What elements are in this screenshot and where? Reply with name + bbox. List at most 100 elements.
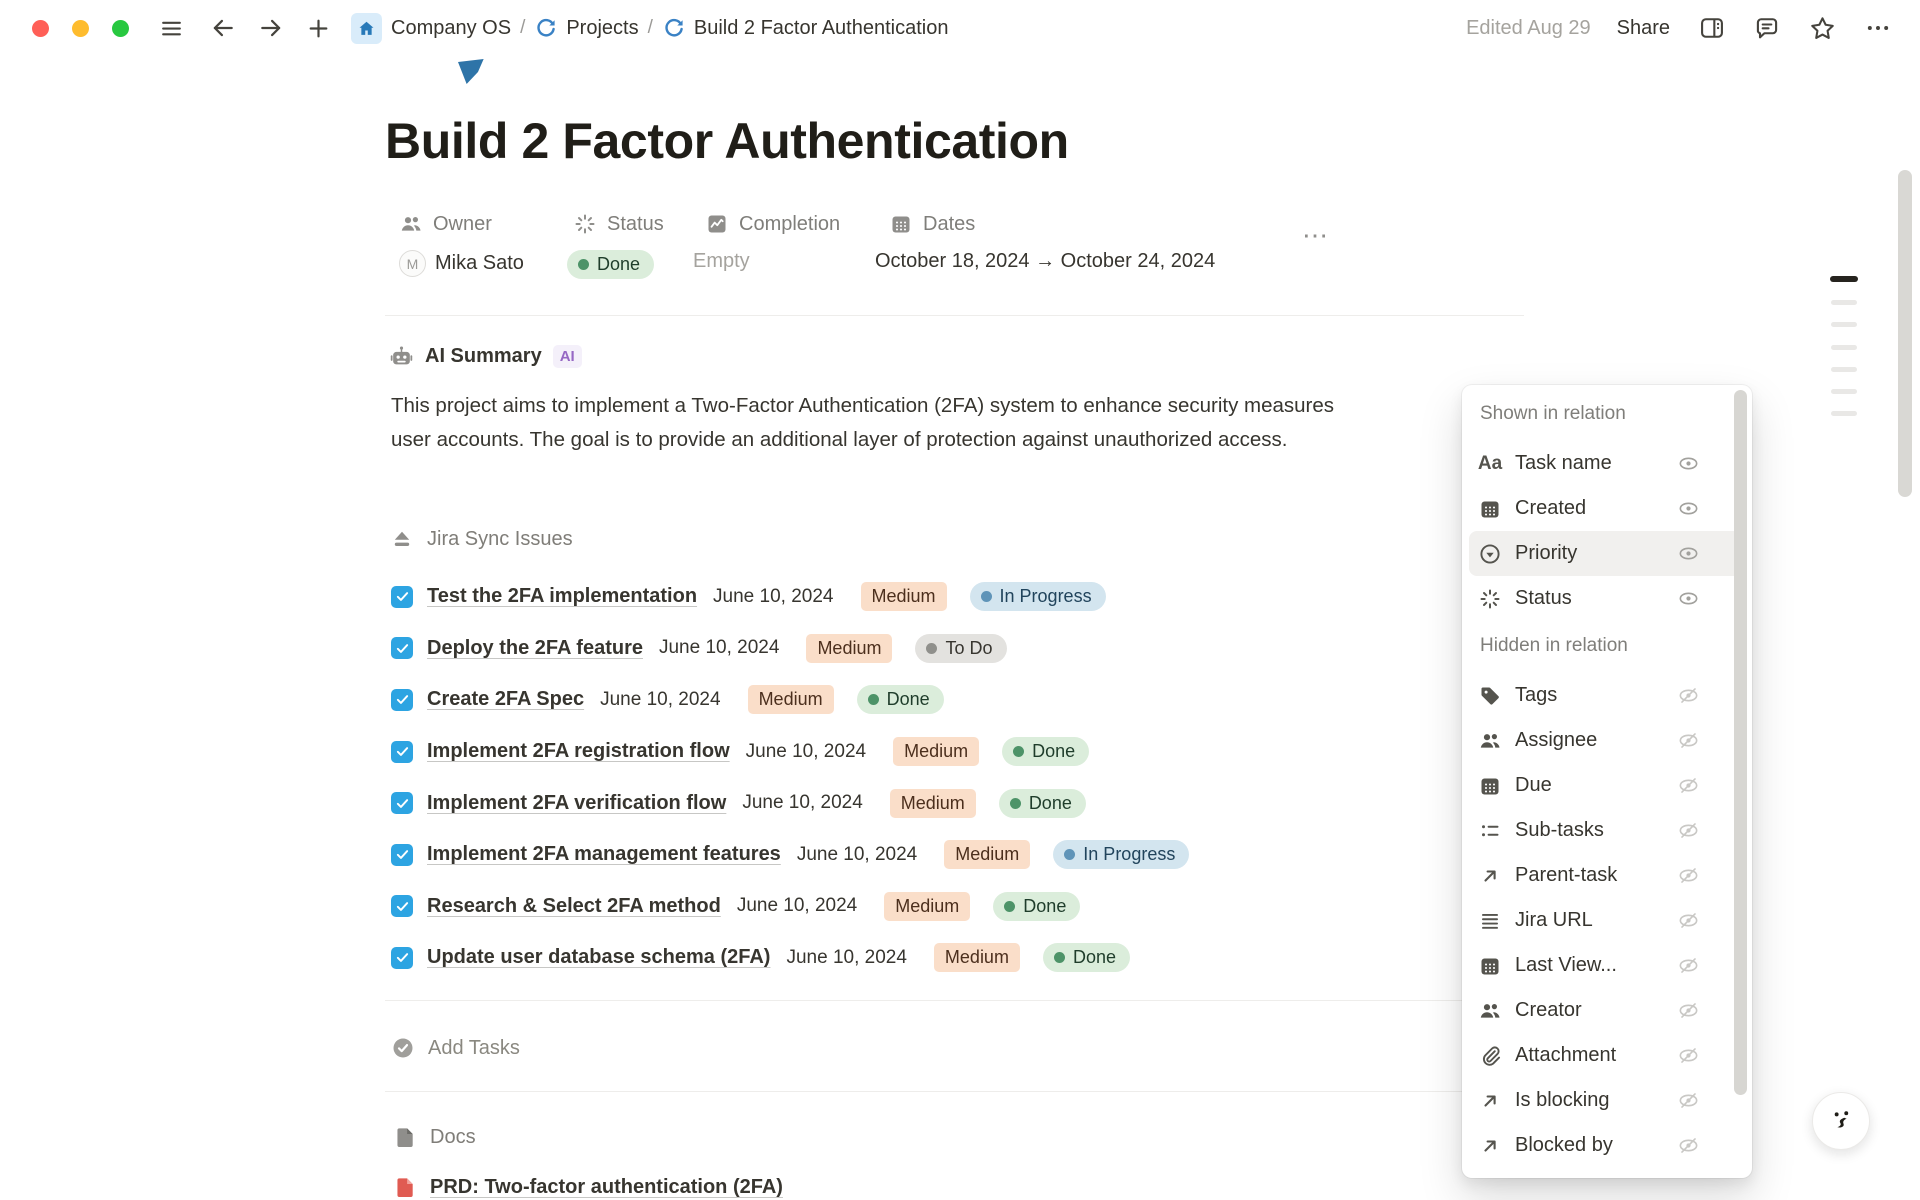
status-pill[interactable]: Done [1002, 737, 1089, 766]
window-scrollbar[interactable] [1898, 170, 1912, 497]
new-tab-plus-icon[interactable] [306, 16, 331, 41]
priority-pill[interactable]: Medium [884, 892, 970, 921]
checkbox-checked-icon[interactable] [391, 947, 413, 969]
breadcrumb-current-page[interactable]: Build 2 Factor Authentication [694, 17, 949, 40]
eye-slash-icon[interactable] [1677, 909, 1700, 932]
notion-ai-face-button[interactable] [1812, 1092, 1870, 1150]
relation-menu-item-attachment[interactable]: Attachment [1469, 1033, 1745, 1078]
ai-summary-heading[interactable]: AI Summary AI [389, 344, 582, 369]
property-label-status[interactable]: Status [573, 212, 664, 236]
eye-slash-icon[interactable] [1677, 819, 1700, 842]
ai-summary-text-line1[interactable]: This project aims to implement a Two-Fac… [391, 394, 1334, 418]
status-pill[interactable]: In Progress [1053, 840, 1189, 869]
menu-icon[interactable] [159, 16, 184, 41]
checkbox-checked-icon[interactable] [391, 689, 413, 711]
checkbox-checked-icon[interactable] [391, 741, 413, 763]
outline-dash[interactable] [1831, 411, 1857, 416]
task-title-link[interactable]: Research & Select 2FA method [427, 895, 721, 918]
relation-menu-item-tags[interactable]: Tags [1469, 673, 1745, 718]
relation-menu-item-status[interactable]: Status [1469, 576, 1745, 621]
property-label-dates[interactable]: Dates [889, 212, 975, 236]
forward-arrow-icon[interactable] [258, 15, 284, 41]
task-title-link[interactable]: Implement 2FA registration flow [427, 740, 730, 763]
outline-dash-active[interactable] [1830, 276, 1858, 282]
priority-pill[interactable]: Medium [934, 943, 1020, 972]
relation-menu-item-due[interactable]: Due [1469, 763, 1745, 808]
status-pill[interactable]: Done [993, 892, 1080, 921]
eye-slash-icon[interactable] [1677, 684, 1700, 707]
checkbox-checked-icon[interactable] [391, 844, 413, 866]
priority-pill[interactable]: Medium [893, 737, 979, 766]
eye-icon[interactable] [1677, 587, 1700, 610]
relation-menu-item-partial[interactable] [1469, 1168, 1745, 1178]
eye-slash-icon[interactable] [1677, 999, 1700, 1022]
doc-link-row[interactable]: PRD: Two-factor authentication (2FA) [394, 1176, 783, 1199]
outline-dash[interactable] [1831, 322, 1857, 327]
checkbox-checked-icon[interactable] [391, 637, 413, 659]
relation-menu-item-is-blocking[interactable]: Is blocking [1469, 1078, 1745, 1123]
priority-pill[interactable]: Medium [861, 582, 947, 611]
eye-slash-icon[interactable] [1677, 1044, 1700, 1067]
eye-slash-icon[interactable] [1677, 729, 1700, 752]
breadcrumb-projects[interactable]: Projects [566, 17, 638, 40]
relation-menu-item-created[interactable]: Created [1469, 486, 1745, 531]
eye-slash-icon[interactable] [1677, 864, 1700, 887]
outline-dash[interactable] [1831, 389, 1857, 394]
side-panel-icon[interactable] [1698, 14, 1726, 42]
eye-icon[interactable] [1677, 452, 1700, 475]
jira-sync-issues-heading[interactable]: Jira Sync Issues [390, 527, 573, 551]
popup-scrollbar[interactable] [1734, 390, 1747, 1095]
checkbox-checked-icon[interactable] [391, 792, 413, 814]
more-options-icon[interactable] [1864, 14, 1892, 42]
prd-doc-link[interactable]: PRD: Two-factor authentication (2FA) [430, 1176, 783, 1199]
relation-menu-item-task-name[interactable]: Aa Task name [1469, 441, 1745, 486]
task-title-link[interactable]: Implement 2FA management features [427, 843, 781, 866]
status-pill[interactable]: Done [1043, 943, 1130, 972]
task-title-link[interactable]: Create 2FA Spec [427, 688, 584, 711]
workspace-home-icon[interactable] [351, 13, 382, 44]
priority-pill[interactable]: Medium [944, 840, 1030, 869]
property-label-owner[interactable]: Owner [399, 212, 492, 236]
traffic-close-button[interactable] [32, 20, 49, 37]
ai-summary-text-line2[interactable]: user accounts. The goal is to provide an… [391, 428, 1287, 452]
outline-dash[interactable] [1831, 300, 1857, 305]
favorite-star-icon[interactable] [1808, 14, 1837, 43]
checkbox-checked-icon[interactable] [391, 586, 413, 608]
relation-menu-item-sub-tasks[interactable]: Sub-tasks [1469, 808, 1745, 853]
property-label-completion[interactable]: Completion [705, 212, 840, 236]
eye-slash-icon[interactable] [1677, 1089, 1700, 1112]
relation-menu-item-last-view-[interactable]: Last View... [1469, 943, 1745, 988]
relation-menu-item-assignee[interactable]: Assignee [1469, 718, 1745, 763]
relation-menu-item-creator[interactable]: Creator [1469, 988, 1745, 1033]
priority-pill[interactable]: Medium [748, 685, 834, 714]
relation-menu-item-parent-task[interactable]: Parent-task [1469, 853, 1745, 898]
eye-slash-icon[interactable] [1677, 774, 1700, 797]
relation-menu-item-jira-url[interactable]: Jira URL [1469, 898, 1745, 943]
page-icon[interactable] [458, 59, 485, 84]
status-pill[interactable]: To Do [915, 634, 1006, 663]
eye-slash-icon[interactable] [1677, 954, 1700, 977]
comments-icon[interactable] [1753, 14, 1781, 42]
eye-icon[interactable] [1677, 497, 1700, 520]
status-pill[interactable]: In Progress [970, 582, 1106, 611]
task-title-link[interactable]: Test the 2FA implementation [427, 585, 697, 608]
eye-icon[interactable] [1677, 542, 1700, 565]
task-title-link[interactable]: Deploy the 2FA feature [427, 637, 643, 660]
page-title[interactable]: Build 2 Factor Authentication [385, 112, 1069, 170]
share-button[interactable]: Share [1617, 17, 1670, 40]
relation-menu-item-priority[interactable]: Priority [1469, 531, 1745, 576]
properties-more-button[interactable]: ⋯ [1302, 222, 1330, 248]
task-title-link[interactable]: Update user database schema (2FA) [427, 946, 770, 969]
relation-menu-item-blocked-by[interactable]: Blocked by [1469, 1123, 1745, 1168]
property-value-completion[interactable]: Empty [693, 250, 750, 273]
traffic-zoom-button[interactable] [112, 20, 129, 37]
checkbox-checked-icon[interactable] [391, 895, 413, 917]
property-value-dates[interactable]: October 18, 2024 → October 24, 2024 [875, 250, 1215, 273]
add-tasks-heading[interactable]: Add Tasks [391, 1036, 520, 1060]
task-title-link[interactable]: Implement 2FA verification flow [427, 792, 726, 815]
traffic-minimize-button[interactable] [72, 20, 89, 37]
priority-pill[interactable]: Medium [806, 634, 892, 663]
outline-dash[interactable] [1831, 345, 1857, 350]
breadcrumb-company-os[interactable]: Company OS [391, 17, 511, 40]
priority-pill[interactable]: Medium [890, 789, 976, 818]
